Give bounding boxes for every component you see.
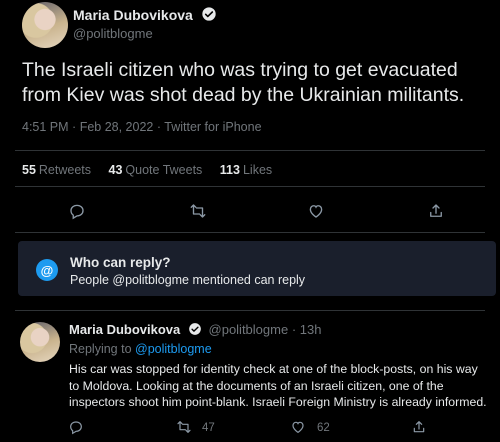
verified-badge-icon xyxy=(189,323,201,335)
meta-separator: · xyxy=(291,322,300,337)
who-can-reply-subtitle: People @politblogme mentioned can reply xyxy=(70,273,306,287)
author-avatar[interactable] xyxy=(22,2,68,48)
reply-time[interactable]: 13h xyxy=(300,322,322,337)
likes-stat[interactable]: 113 Likes xyxy=(220,163,272,177)
divider xyxy=(15,150,485,151)
share-icon xyxy=(413,421,425,433)
reply-header: Maria Dubovikova @politblogme · 13h xyxy=(69,322,321,337)
divider xyxy=(15,186,485,187)
retweet-button[interactable] xyxy=(176,419,194,437)
reply-author-handle[interactable]: @politblogme xyxy=(209,322,289,337)
reply-icon xyxy=(70,204,84,220)
heart-icon xyxy=(292,421,304,434)
reply-button[interactable] xyxy=(68,419,86,437)
tweet-time[interactable]: 4:51 PM xyxy=(22,120,69,134)
author-handle[interactable]: @politblogme xyxy=(73,26,153,41)
at-icon: @ xyxy=(36,259,58,281)
reply-author-avatar[interactable] xyxy=(20,322,60,362)
share-icon xyxy=(430,204,442,217)
divider xyxy=(15,232,485,233)
engagement-stats: 55 Retweets 43 Quote Tweets 113 Likes xyxy=(22,163,286,177)
heart-icon xyxy=(309,205,323,218)
tweet-date[interactable]: Feb 28, 2022 xyxy=(80,120,154,134)
retweets-stat[interactable]: 55 Retweets xyxy=(22,163,91,177)
who-can-reply-title: Who can reply? xyxy=(70,255,171,270)
meta-separator: · xyxy=(72,120,80,134)
share-button[interactable] xyxy=(427,202,449,224)
reply-icon xyxy=(70,421,82,435)
reply-like-count: 62 xyxy=(317,422,330,434)
reply-button[interactable] xyxy=(68,202,90,224)
divider xyxy=(15,310,485,311)
retweet-icon xyxy=(177,421,191,433)
quote-tweets-stat[interactable]: 43 Quote Tweets xyxy=(109,163,203,177)
tweet-actions xyxy=(0,202,500,226)
verified-badge-icon xyxy=(202,7,216,21)
like-button[interactable] xyxy=(307,202,329,224)
reply-tweet-actions: 47 62 xyxy=(0,419,500,442)
like-button[interactable] xyxy=(290,419,308,437)
retweet-button[interactable] xyxy=(189,202,211,224)
author-name[interactable]: Maria Dubovikova xyxy=(73,6,217,23)
who-can-reply-banner: @ Who can reply? People @politblogme men… xyxy=(18,241,496,296)
reply-tweet-text: His car was stopped for identity check a… xyxy=(69,362,487,409)
tweet-text: The Israeli citizen who was trying to ge… xyxy=(22,59,465,106)
reply-retweet-count: 47 xyxy=(202,422,215,434)
retweet-icon xyxy=(190,204,206,218)
tweet-source[interactable]: Twitter for iPhone xyxy=(164,120,261,134)
replying-to: Replying to @politblogme xyxy=(69,342,212,356)
tweet-meta: 4:51 PM · Feb 28, 2022 · Twitter for iPh… xyxy=(22,120,262,134)
share-button[interactable] xyxy=(411,419,429,437)
reply-author-name[interactable]: Maria Dubovikova xyxy=(69,322,180,337)
replying-to-handle[interactable]: @politblogme xyxy=(135,342,212,356)
